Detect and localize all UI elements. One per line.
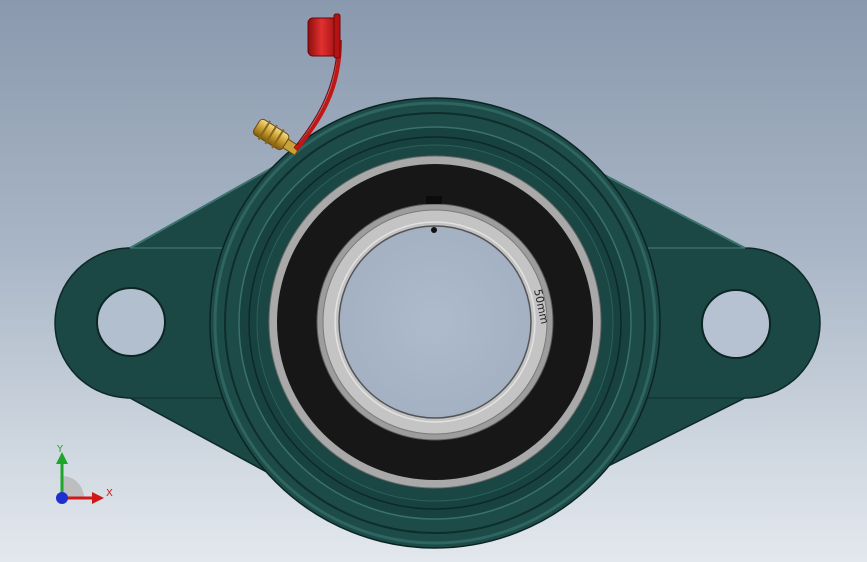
bolt-hole-left[interactable] xyxy=(96,287,166,357)
grease-fitting[interactable] xyxy=(251,116,303,160)
z-axis-icon xyxy=(56,492,68,504)
3d-viewport[interactable]: 50mm Y X xyxy=(0,0,867,562)
x-axis-label: X xyxy=(106,488,113,499)
orientation-triad[interactable]: Y X xyxy=(40,440,120,510)
bolt-hole-right[interactable] xyxy=(701,289,771,359)
shaft-bore[interactable] xyxy=(338,225,532,419)
bearing-model[interactable]: 50mm xyxy=(0,0,867,562)
y-axis-label: Y xyxy=(56,444,64,455)
